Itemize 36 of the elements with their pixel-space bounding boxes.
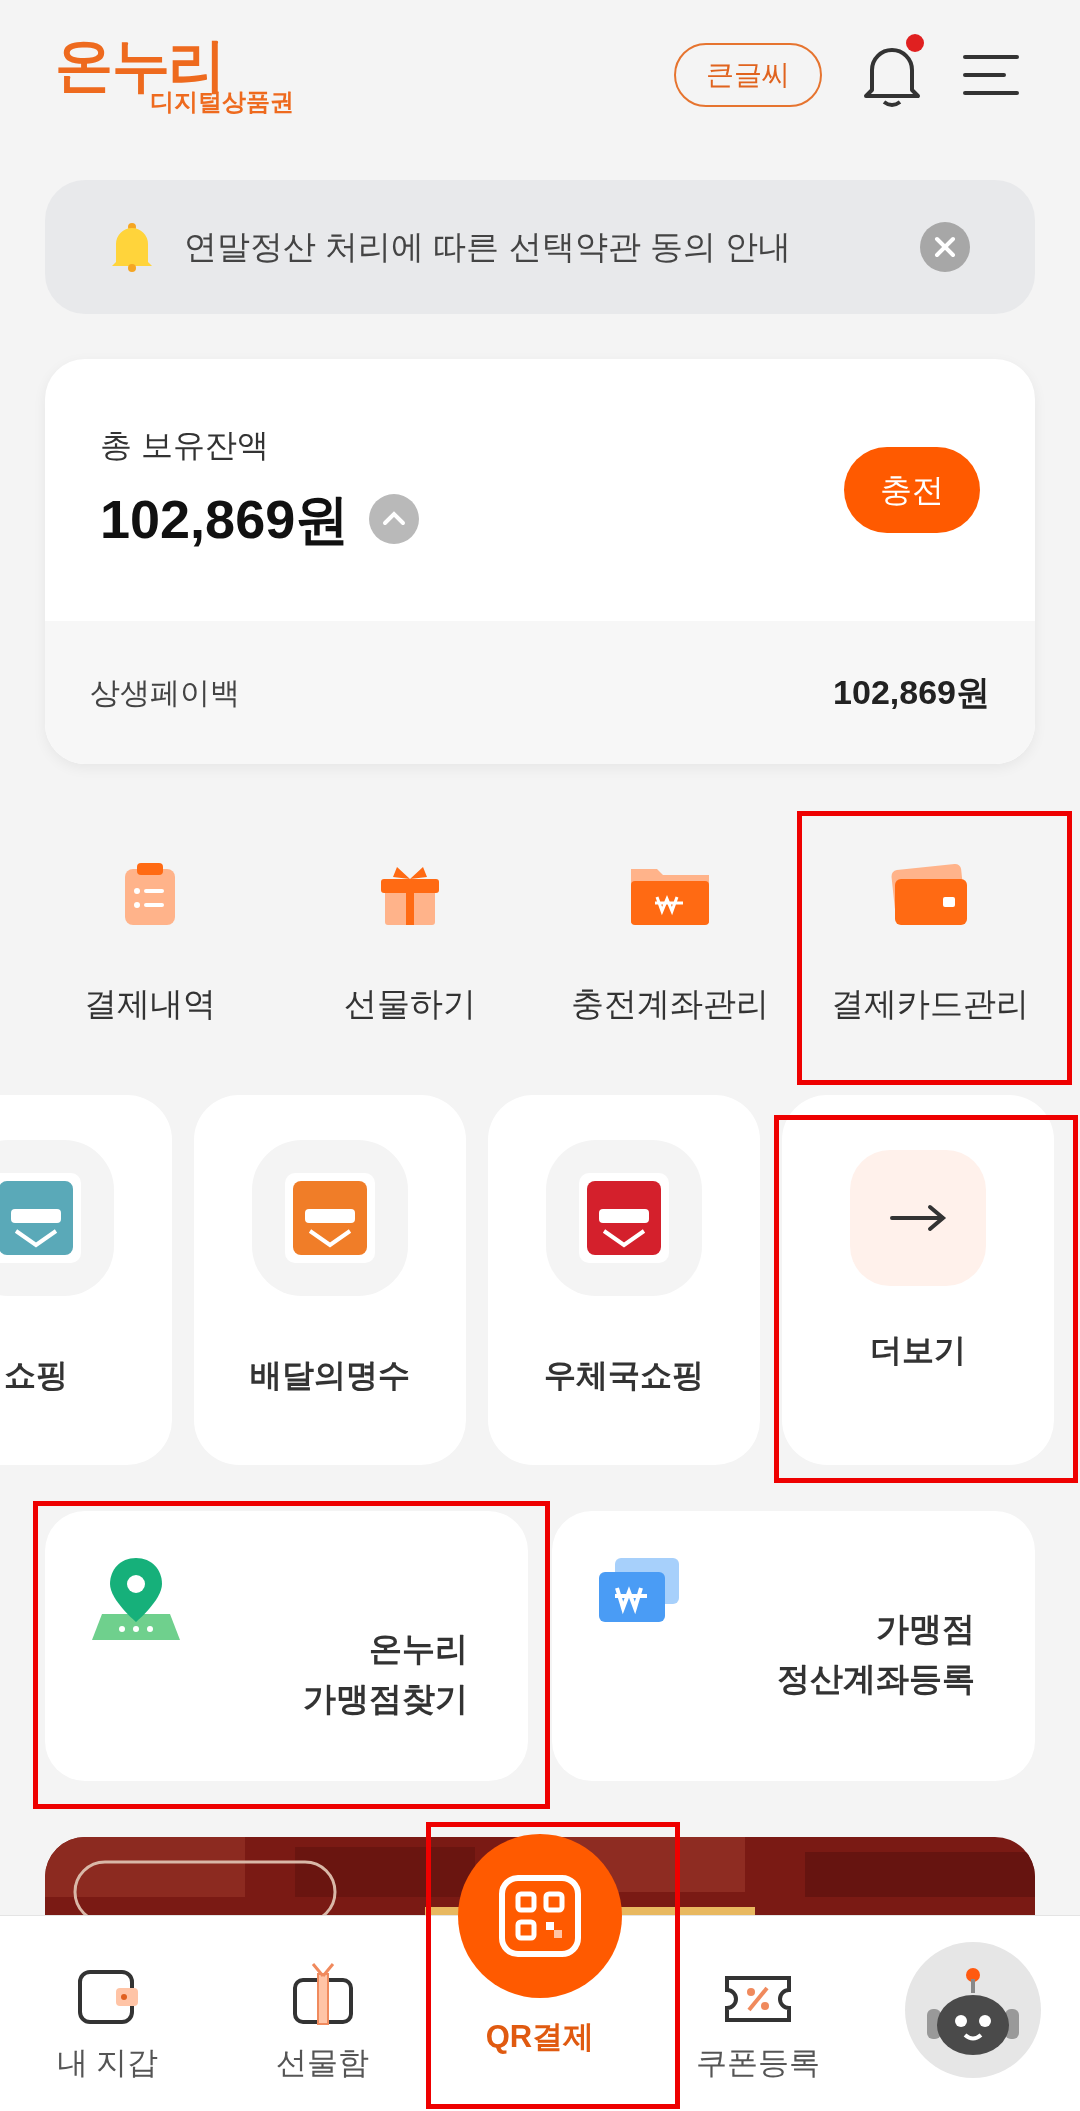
nav-tab[interactable]: 내 지갑 <box>56 1916 159 2087</box>
gift-icon <box>290 1962 355 2026</box>
bell-icon <box>110 222 154 272</box>
quick-menu-item[interactable]: 결제내역 <box>84 979 216 1029</box>
balance-amount: 102,869원 <box>100 487 350 551</box>
service-card-label: 정산계좌등록 <box>777 1659 975 1699</box>
shop-card[interactable]: 배달의명수 <box>194 1095 466 1465</box>
shop-label: 쇼핑 <box>4 1356 68 1395</box>
service-card-label: 가맹점찾기 <box>303 1679 468 1719</box>
shop-card[interactable]: 우체국쇼핑 <box>488 1095 760 1465</box>
quick-menu-item[interactable]: 선물하기 <box>344 979 476 1029</box>
shop-label: 더보기 <box>870 1331 966 1370</box>
service-card-label: 가맹점 <box>876 1609 975 1649</box>
balance-label: 총 보유잔액 <box>100 425 270 465</box>
won-cards-icon <box>597 1556 681 1624</box>
nav-tab[interactable]: 선물함 <box>276 1916 369 2087</box>
payback-label: 상생페이백 <box>90 675 240 711</box>
quick-menu-item[interactable]: 충전계좌관리 <box>571 979 769 1029</box>
nav-tab[interactable]: 쿠폰등록 <box>695 1916 820 2087</box>
shop-label: 우체국쇼핑 <box>544 1356 704 1395</box>
service-card-label: 온누리 <box>369 1629 468 1669</box>
shop-card[interactable]: 쇼핑 <box>0 1095 172 1465</box>
app-logo-icon <box>579 1173 669 1263</box>
app-logo-icon <box>285 1173 375 1263</box>
service-card[interactable]: 가맹점 정산계좌등록 <box>552 1511 1035 1781</box>
shop-card[interactable]: 더보기 <box>782 1095 1054 1465</box>
service-card[interactable]: 온누리 가맹점찾기 <box>45 1511 528 1781</box>
app-logo-icon <box>0 1173 81 1263</box>
payback-amount: 102,869원 <box>833 672 990 713</box>
shop-label: 배달의명수 <box>250 1356 410 1395</box>
quick-menu-item[interactable]: 결제카드관리 <box>831 979 1029 1029</box>
menu-icon[interactable] <box>962 53 1020 97</box>
notice-text: 연말정산 처리에 따른 선택약관 동의 안내 <box>184 227 792 268</box>
notice-bar[interactable]: 연말정산 처리에 따른 선택약관 동의 안내 <box>45 180 1035 314</box>
arrow-icon <box>888 1203 948 1233</box>
wallet-icon <box>75 1968 140 2026</box>
